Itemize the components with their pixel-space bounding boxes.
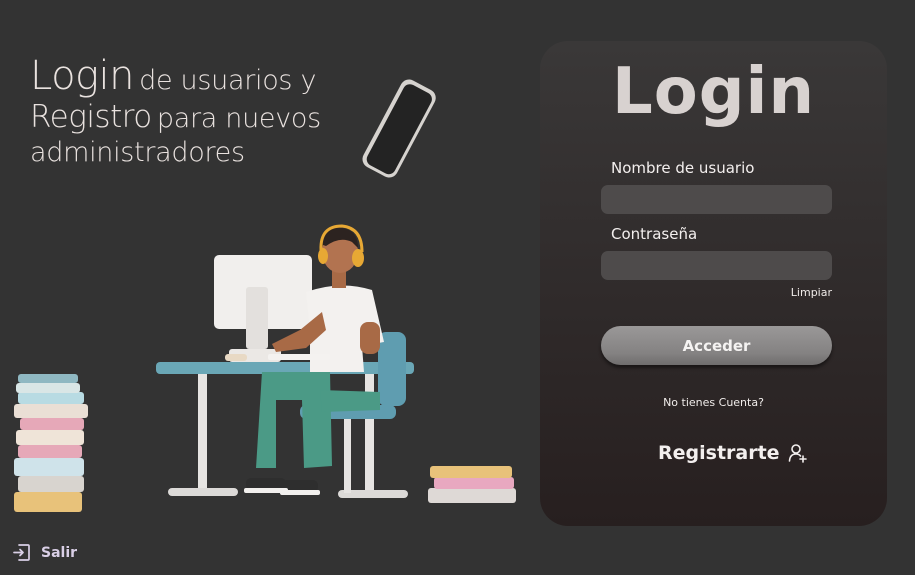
- no-account-text: No tienes Cuenta?: [663, 396, 764, 409]
- register-label: Registrarte: [658, 442, 780, 464]
- login-title: Login: [611, 55, 816, 129]
- username-input[interactable]: [601, 185, 832, 214]
- logout-icon: [13, 544, 30, 561]
- username-label: Nombre de usuario: [611, 159, 755, 177]
- login-card: Login Nombre de usuario Contraseña Limpi…: [540, 41, 887, 526]
- register-button[interactable]: Registrarte: [658, 442, 808, 464]
- password-input[interactable]: [601, 251, 832, 280]
- book-stack-left: [14, 374, 88, 512]
- exit-label: Salir: [41, 544, 78, 561]
- clear-link[interactable]: Limpiar: [791, 286, 832, 299]
- password-label: Contraseña: [611, 225, 698, 243]
- phone-illustration: [362, 79, 436, 178]
- exit-button[interactable]: Salir: [12, 543, 77, 562]
- illustration: [14, 79, 516, 512]
- book-stack-right: [428, 466, 516, 503]
- login-button[interactable]: Acceder: [601, 326, 832, 365]
- user-plus-icon: [788, 444, 807, 463]
